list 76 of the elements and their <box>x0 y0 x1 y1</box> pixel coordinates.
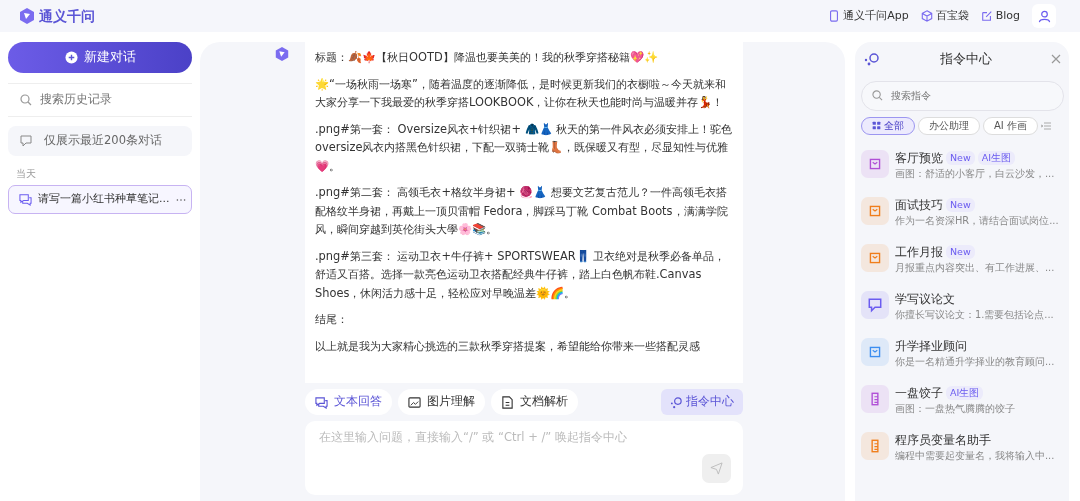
mode-tab[interactable]: 文档解析 <box>491 389 578 415</box>
tag-label: AI生图 <box>946 385 984 400</box>
message-paragraph: 以上就是我为大家精心挑选的三款秋季穿搭提案，希望能给你带来一些搭配灵感 <box>315 337 701 355</box>
tag-label: New <box>946 197 975 212</box>
send-icon <box>710 462 723 475</box>
header-link[interactable]: Blog <box>980 7 1020 25</box>
logo-icon <box>18 7 36 25</box>
user-avatar-button[interactable] <box>1032 4 1056 28</box>
send-button[interactable] <box>702 454 731 483</box>
message-paragraph: 结尾： <box>315 311 349 328</box>
command-item-description: 编程中需要起变量名，我将输入中... <box>895 448 1055 462</box>
command-item-title: 一盘饺子 <box>895 384 943 402</box>
filter-chip[interactable]: AI 作画 <box>983 116 1038 135</box>
filter-chip[interactable]: 办公助理 <box>918 116 980 135</box>
document-icon <box>501 395 514 409</box>
new-chat-button[interactable]: 新建对话 <box>8 42 192 73</box>
command-item-title: 面试技巧 <box>895 196 943 214</box>
command-item-description: 画图：舒适的小客厅，白云沙发，... <box>895 166 1055 180</box>
command-item-title: 客厅预览 <box>895 149 943 167</box>
search-icon <box>20 94 32 106</box>
command-item[interactable]: 程序员变量名助手 编程中需要起变量名，我将输入中... <box>861 422 1064 470</box>
image-icon <box>408 395 421 409</box>
brand-name: 通义千问 <box>39 6 95 26</box>
user-icon <box>1037 9 1051 23</box>
group-label: 当天 <box>16 167 37 181</box>
header-link[interactable]: 百宝袋 <box>920 7 969 25</box>
chat-icon <box>315 395 328 409</box>
phone-icon <box>828 10 841 22</box>
command-item-title: 工作月报 <box>895 243 943 261</box>
panel-title: 指令中心 <box>939 50 992 68</box>
command-item-description: 你是一名精通升学择业的教育顾问... <box>895 354 1055 368</box>
command-search-input[interactable]: 搜索指令 <box>889 87 1053 105</box>
command-item[interactable]: 客厅预览 New AI生图 画图：舒适的小客厅，白云沙发，... <box>861 140 1064 188</box>
tag-label: AI生图 <box>977 150 1016 165</box>
command-item[interactable]: 学写议论文 你擅长写议论文：1.需要包括论点... <box>861 281 1064 329</box>
command-item-description: 作为一名资深HR，请结合面试岗位... <box>895 213 1059 227</box>
command-item-description: 画图：一盘热气腾腾的饺子 <box>895 401 1015 415</box>
chat-icon <box>19 193 32 206</box>
command-item-description: 你擅长写议论文：1.需要包括论点... <box>895 307 1054 321</box>
filter-chip[interactable]: 全部 <box>861 116 915 135</box>
question-field[interactable]: 在这里输入问题，直接输入“/” 或 “Ctrl + /” 唤起指令中心 <box>305 421 743 495</box>
command-item[interactable]: 一盘饺子 AI生图 画图：一盘热气腾腾的饺子 <box>861 375 1064 423</box>
grid-icon <box>872 121 881 131</box>
assistant-avatar-icon <box>274 46 290 62</box>
message-paragraph: .png#第一套： Oversize风衣+针织裙+ 🧥👗 秋天的第一件风衣必须安排上！驼色oversize风衣内搭黑色针织裙，下配一双骑士靴👢，既保暖又有型，尽显知性与优雅💗。 <box>315 120 734 175</box>
command-item[interactable]: 升学择业顾问 你是一名精通升学择业的教育顾问... <box>861 328 1064 376</box>
message-paragraph: .png#第二套： 高领毛衣+格纹半身裙+ 🧶👗 想要文艺复古范儿？一件高领毛衣搭配格纹半身裙，再戴上一顶贝雷帽 Fedora，脚踩马丁靴 Combat Boots，满满学院风，瞬间穿越到英伦街头大學🌸📚。 <box>315 184 729 238</box>
mode-tab[interactable]: 图片理解 <box>398 389 485 415</box>
message-paragraph: 🌟“一场秋雨一场寒”，随着温度的逐渐降低，是时候更新我们的衣橱啦～今天就来和大家分享一下我最爱的秋季穿搭LOOKBOOK，让你在秋天也能时尚与温暖并存💃！ <box>315 75 727 111</box>
notice-text: 仅展示最近200条对话 <box>44 132 162 150</box>
command-icon <box>864 52 880 67</box>
conversation-item[interactable]: 请写一篇小红书种草笔记... <box>8 185 192 214</box>
tag-label: New <box>946 150 975 165</box>
command-item[interactable]: 面试技巧 New 作为一名资深HR，请结合面试岗位... <box>861 187 1064 235</box>
command-search-field[interactable]: 搜索指令 <box>861 80 1064 111</box>
cube-icon <box>920 10 933 22</box>
close-icon[interactable] <box>1051 54 1061 65</box>
tag-label: New <box>946 244 975 259</box>
header-link[interactable]: 通义千问App <box>828 7 909 25</box>
edit-icon <box>980 10 993 22</box>
command-item-title: 升学择业顾问 <box>895 337 967 355</box>
command-item-description: 月报重点内容突出、有工作进展、... <box>895 260 1055 274</box>
mode-tab[interactable]: 文本回答 <box>305 389 392 415</box>
message-paragraph: 标题：🍂🍁【秋日OOTD】降温也要美美的！我的秋季穿搭秘籍💖✨ <box>315 49 659 66</box>
list-icon[interactable] <box>1040 120 1051 131</box>
command-icon <box>670 395 683 409</box>
command-center-button[interactable]: 指令中心 <box>661 389 743 415</box>
command-item-title: 程序员变量名助手 <box>895 431 991 449</box>
plus-icon <box>64 51 78 64</box>
conversation-title: 请写一篇小红书种草笔记... <box>38 191 170 208</box>
search-icon <box>872 90 883 102</box>
command-item-title: 学写议论文 <box>895 290 955 308</box>
message-paragraph: .png#第三套： 运动卫衣+牛仔裤+ SPORTSWEAR👖 卫衣绝对是秋季必备单品，舒适又百搭。选择一款亮色运动卫衣搭配经典牛仔裤，踏上白色帆布鞋.Canvas Shoes，休闲活力感十足，轻松应对早晚温差🌞🌈。 <box>315 247 727 302</box>
message-icon <box>20 135 32 147</box>
search-input[interactable]: 搜索历史记录 <box>38 90 180 110</box>
command-item[interactable]: 工作月报 New 月报重点内容突出、有工作进展、... <box>861 234 1064 282</box>
